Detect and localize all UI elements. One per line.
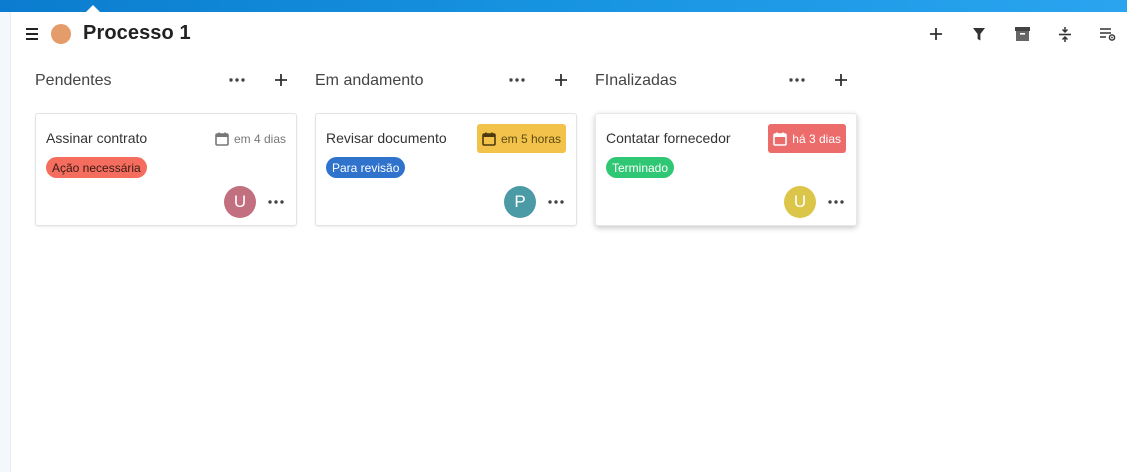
add-card-icon[interactable] <box>551 70 571 90</box>
avatar[interactable]: P <box>504 186 536 218</box>
card[interactable]: Revisar documento em 5 horas Para revisã… <box>315 113 577 226</box>
due-date: em 4 dias <box>210 124 286 153</box>
top-accent-bar <box>0 0 1127 12</box>
more-icon[interactable] <box>787 70 807 90</box>
board-header: Processo 1 <box>11 12 1127 57</box>
calendar-icon <box>482 132 496 146</box>
column-title: Em andamento <box>315 72 424 89</box>
topbar-notch <box>86 5 100 12</box>
status-tag: Para revisão <box>326 157 406 178</box>
due-text: em 5 horas <box>500 131 561 146</box>
card-more-icon[interactable] <box>826 194 846 210</box>
due-text: há 3 dias <box>792 131 841 146</box>
avatar[interactable]: U <box>784 186 816 218</box>
card[interactable]: Assinar contrato em 4 dias Ação necessár… <box>35 113 297 226</box>
archive-icon[interactable] <box>1013 25 1031 43</box>
card[interactable]: Contatar fornecedor há 3 dias Terminado … <box>595 113 857 226</box>
due-date: há 3 dias <box>768 124 846 153</box>
column-title: FInalizadas <box>595 72 677 89</box>
filter-icon[interactable] <box>970 25 988 43</box>
avatar[interactable]: U <box>224 186 256 218</box>
collapse-icon[interactable] <box>1056 25 1074 43</box>
calendar-icon <box>773 132 788 146</box>
more-icon[interactable] <box>227 70 247 90</box>
add-card-icon[interactable] <box>831 70 851 90</box>
left-rail <box>0 12 11 472</box>
menu-icon[interactable] <box>26 28 38 40</box>
due-date: em 5 horas <box>476 124 566 153</box>
card-title: Assinar contrato <box>46 130 148 146</box>
add-card-icon[interactable] <box>271 70 291 90</box>
page-title: Processo 1 <box>83 22 191 44</box>
more-icon[interactable] <box>507 70 527 90</box>
due-text: em 4 dias <box>233 131 286 146</box>
card-more-icon[interactable] <box>266 194 286 210</box>
calendar-icon <box>215 132 229 146</box>
list-settings-icon[interactable] <box>1099 25 1117 43</box>
card-title: Revisar documento <box>326 130 447 146</box>
add-icon[interactable] <box>927 25 945 43</box>
process-color-dot <box>51 24 71 44</box>
column-title: Pendentes <box>35 72 112 89</box>
card-more-icon[interactable] <box>546 194 566 210</box>
status-tag: Ação necessária <box>46 157 147 178</box>
card-title: Contatar fornecedor <box>606 130 731 146</box>
status-tag: Terminado <box>606 157 675 178</box>
